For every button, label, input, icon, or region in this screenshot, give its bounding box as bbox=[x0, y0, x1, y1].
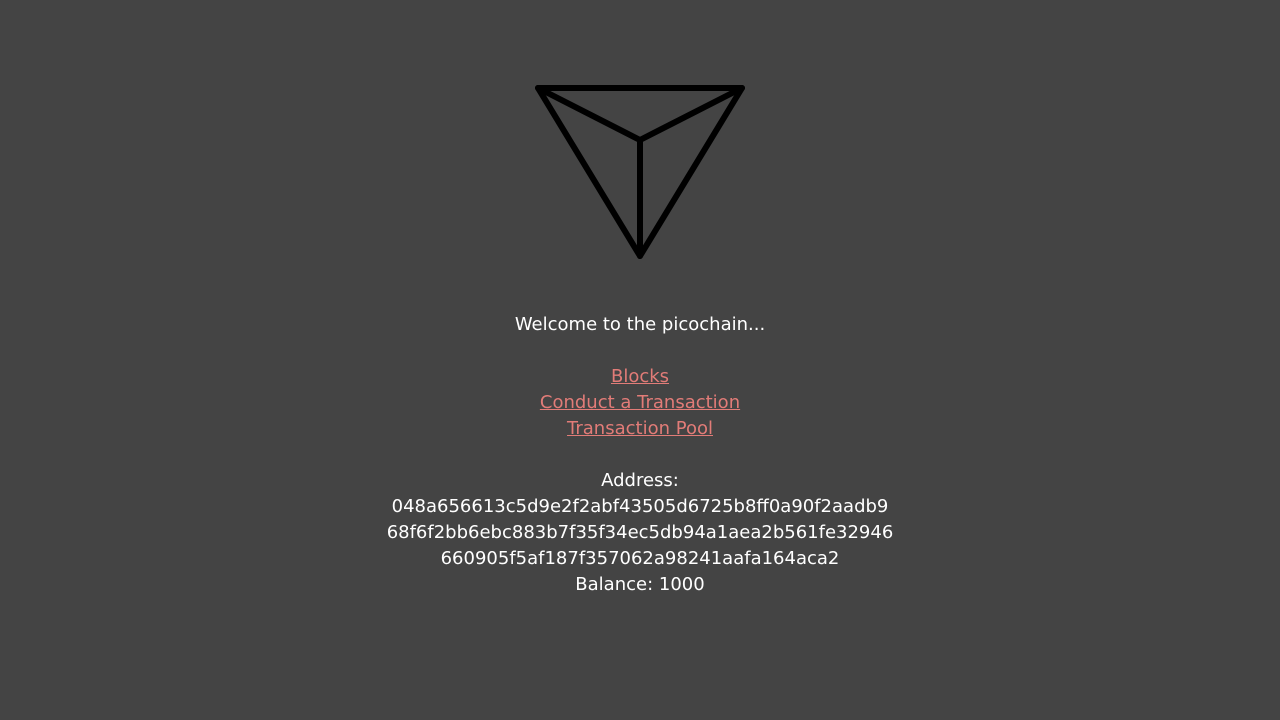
welcome-message: Welcome to the picochain... bbox=[514, 314, 766, 335]
address-label: Address: bbox=[601, 470, 679, 491]
picochain-logo-icon bbox=[532, 82, 748, 262]
address-line-2: 68f6f2bb6ebc883b7f35f34ec5db94a1aea2b561… bbox=[386, 522, 894, 543]
address-line-3: 660905f5af187f357062a98241aafa164aca2 bbox=[440, 548, 840, 569]
balance-text: Balance: 1000 bbox=[575, 574, 705, 595]
transaction-pool-link[interactable]: Transaction Pool bbox=[567, 416, 713, 442]
nav-links: Blocks Conduct a Transaction Transaction… bbox=[0, 364, 1280, 442]
conduct-transaction-link[interactable]: Conduct a Transaction bbox=[540, 390, 740, 416]
blocks-link[interactable]: Blocks bbox=[611, 364, 669, 390]
address-line-1: 048a656613c5d9e2f2abf43505d6725b8ff0a90f… bbox=[391, 496, 889, 517]
wallet-info: Address: 048a656613c5d9e2f2abf43505d6725… bbox=[0, 468, 1280, 598]
main-content: Welcome to the picochain... Blocks Condu… bbox=[0, 312, 1280, 598]
